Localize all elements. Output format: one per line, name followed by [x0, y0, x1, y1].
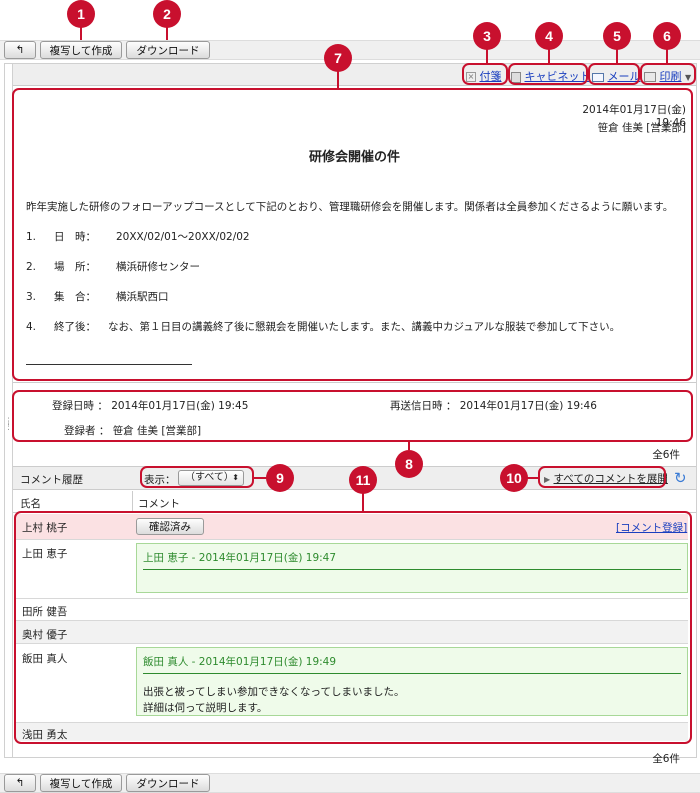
copy-create-button[interactable]: 複写して作成	[40, 774, 122, 792]
col-name-header: 氏名	[20, 498, 41, 510]
marker-10: 10	[500, 464, 528, 492]
download-button[interactable]: ダウンロード	[126, 774, 210, 792]
annotation-box-3	[462, 63, 508, 85]
splitter-handle[interactable]: ⋮ ⋮	[4, 418, 13, 442]
marker-5: 5	[603, 22, 631, 50]
download-button[interactable]: ダウンロード	[126, 41, 210, 59]
comment-history-label: コメント履歴	[20, 474, 83, 486]
col-divider	[132, 491, 133, 513]
marker-9: 9	[266, 464, 294, 492]
count-bottom: 全6件	[652, 753, 680, 765]
annotation-box-4	[508, 63, 588, 85]
marker-1: 1	[67, 0, 95, 28]
annotation-box-7	[12, 88, 693, 381]
annotation-box-9	[140, 466, 254, 488]
annotation-box-6	[640, 63, 696, 85]
divider	[13, 382, 696, 383]
back-button[interactable]: ↰	[4, 774, 36, 792]
col-comment-header: コメント	[138, 498, 180, 510]
marker-7: 7	[324, 44, 352, 72]
back-button[interactable]: ↰	[4, 41, 36, 59]
marker-3: 3	[473, 22, 501, 50]
annotation-box-10	[538, 466, 666, 488]
marker-6: 6	[653, 22, 681, 50]
marker-11: 11	[349, 466, 377, 494]
marker-8: 8	[395, 450, 423, 478]
back-arrow-icon: ↰	[15, 777, 25, 789]
marker-2: 2	[153, 0, 181, 28]
count-top: 全6件	[652, 449, 680, 461]
annotation-box-5	[588, 63, 640, 85]
annotation-box-11	[14, 511, 692, 744]
copy-create-button[interactable]: 複写して作成	[40, 41, 122, 59]
annotation-box-8	[12, 390, 693, 442]
refresh-icon[interactable]: ↻	[674, 469, 687, 487]
back-arrow-icon: ↰	[15, 44, 25, 56]
column-header-row	[13, 491, 696, 513]
marker-4: 4	[535, 22, 563, 50]
